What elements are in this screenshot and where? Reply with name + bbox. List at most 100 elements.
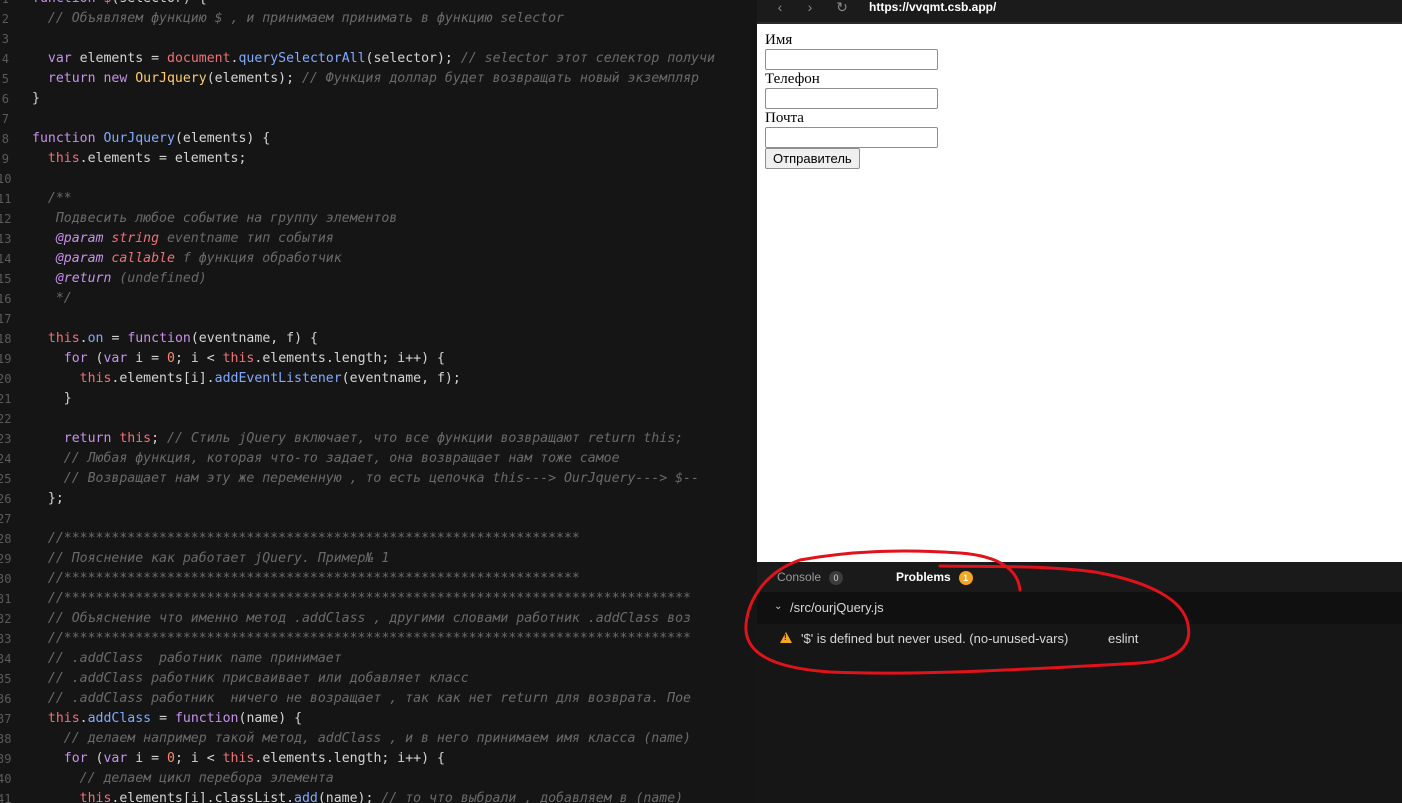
console-count-badge: 0 [829,571,844,585]
code-text: return this; // Стиль jQuery включает, ч… [32,429,683,449]
code-token: return new [47,71,136,86]
code-token: elements = [79,51,167,66]
code-line: 9 this.elements = elements; [0,149,757,169]
code-line: 39 for (var i = 0; i < this.elements.len… [0,749,757,769]
code-text: @return (undefined) [32,269,207,289]
code-text: // Возвращает нам эту же переменную , то… [32,469,699,489]
line-number: 41 [0,792,12,803]
browser-preview: Имя Телефон Почта Отправитель [757,24,1402,562]
line-number: 19 [0,352,12,366]
code-token: } [32,91,40,106]
code-token: (eventname, f) { [190,331,318,346]
name-label: Имя [765,32,793,48]
code-token: OurJquery [103,131,175,146]
reload-icon[interactable]: ↻ [833,0,851,18]
code-editor[interactable]: 1function $(selector) {2 // Объявляем фу… [0,0,757,803]
code-token: var [47,51,80,66]
line-number: 23 [0,432,12,446]
email-field[interactable] [765,127,938,148]
code-token: Подвесить любое событие на группу элемен… [32,211,398,226]
code-text: } [32,89,40,109]
code-token: addEventListener [214,371,342,386]
code-token: (selector) { [111,0,206,6]
code-token: .elements[i]. [111,371,215,386]
tab-problems[interactable]: Problems 1 [896,570,973,585]
code-token: addClass [87,711,152,726]
line-number: 3 [1,32,9,46]
submit-button[interactable]: Отправитель [765,148,860,169]
code-text: this.elements[i].classList.add(name); //… [32,789,683,803]
line-number: 33 [0,632,12,646]
code-text: this.elements[i].addEventListener(eventn… [32,369,461,389]
code-line: 37 this.addClass = function(name) { [0,709,757,729]
code-token: ; [151,431,167,446]
line-number: 26 [0,492,12,506]
warning-icon [780,632,792,643]
code-token: // selector этот селектор получи [460,51,715,66]
problem-source: eslint [1108,631,1139,646]
problem-message: '$' is defined but never used. (no-unuse… [801,631,1069,646]
code-line: 4 var elements = document.querySelectorA… [0,49,757,69]
code-line: 14 @param callable f функция обработчик [0,249,757,269]
line-number: 5 [1,72,9,86]
code-token: //**************************************… [32,631,691,646]
code-token: function [32,131,104,146]
panel-tabs: Console 0 Problems 1 [757,562,1402,592]
code-token: this [47,151,80,166]
code-text: function OurJquery(elements) { [32,129,270,149]
line-number: 1 [0,0,9,9]
line-number: 24 [0,452,12,466]
code-token: }; [32,491,64,506]
tab-console[interactable]: Console 0 [777,570,844,585]
address-bar[interactable]: https://vvqmt.csb.app/ [869,0,996,14]
code-line: 40 // делаем цикл перебора элемента [0,769,757,789]
line-number: 21 [0,392,12,406]
code-text: this.addClass = function(name) { [32,709,302,729]
name-field[interactable] [765,49,938,70]
line-number: 40 [0,772,12,786]
code-line: 38 // делаем например такой метод, addCl… [0,729,757,749]
phone-field[interactable] [765,88,938,109]
code-text: // .addClass работник присваивает или до… [32,669,469,689]
code-token: (name); [317,791,382,803]
code-token: querySelectorAll [238,51,366,66]
code-token: @param [55,251,112,266]
code-token: this [79,371,112,386]
chevron-down-icon[interactable]: ⌄ [774,601,782,612]
problem-item[interactable]: '$' is defined but never used. (no-unuse… [757,624,1402,652]
tab-console-label: Console [777,570,822,584]
code-line: 18 this.on = function(eventname, f) { [0,329,757,349]
line-number: 15 [0,272,12,286]
code-token: var [103,351,136,366]
code-text: for (var i = 0; i < this.elements.length… [32,349,445,369]
code-token: // Стиль jQuery включает, что все функци… [167,431,684,446]
code-text: // Любая функция, которая что-то задает,… [32,449,620,469]
code-text: // .addClass работник ничего не возращае… [32,689,691,709]
line-number: 32 [0,612,12,626]
code-token: 0 [167,351,175,366]
devtools-panel: Console 0 Problems 1 ⌄ /src/ourjQuery.js '… [757,562,1402,803]
line-number: 7 [1,112,9,126]
code-line: 32 // Объяснение что именно метод .addCl… [0,609,757,629]
forward-icon[interactable]: › [801,0,819,18]
code-token: @return [55,271,120,286]
code-text: // делаем цикл перебора элемента [32,769,334,789]
line-number: 28 [0,532,12,546]
code-token: i = [135,351,168,366]
code-text: Подвесить любое событие на группу элемен… [32,209,397,229]
problem-file-group[interactable]: ⌄ /src/ourjQuery.js [757,592,1402,624]
code-line: 36 // .addClass работник ничего не возра… [0,689,757,709]
code-token: // Функция доллар будет возвращать новый… [301,71,699,86]
code-token: return [63,431,120,446]
code-token: } [32,391,72,406]
back-icon[interactable]: ‹ [771,0,789,18]
code-token: // Любая функция, которая что-то задает,… [32,451,620,466]
code-token: this [79,791,112,803]
code-token: OurJquery [135,71,207,86]
code-token: (undefined) [119,271,207,286]
code-token: //**************************************… [32,531,580,546]
